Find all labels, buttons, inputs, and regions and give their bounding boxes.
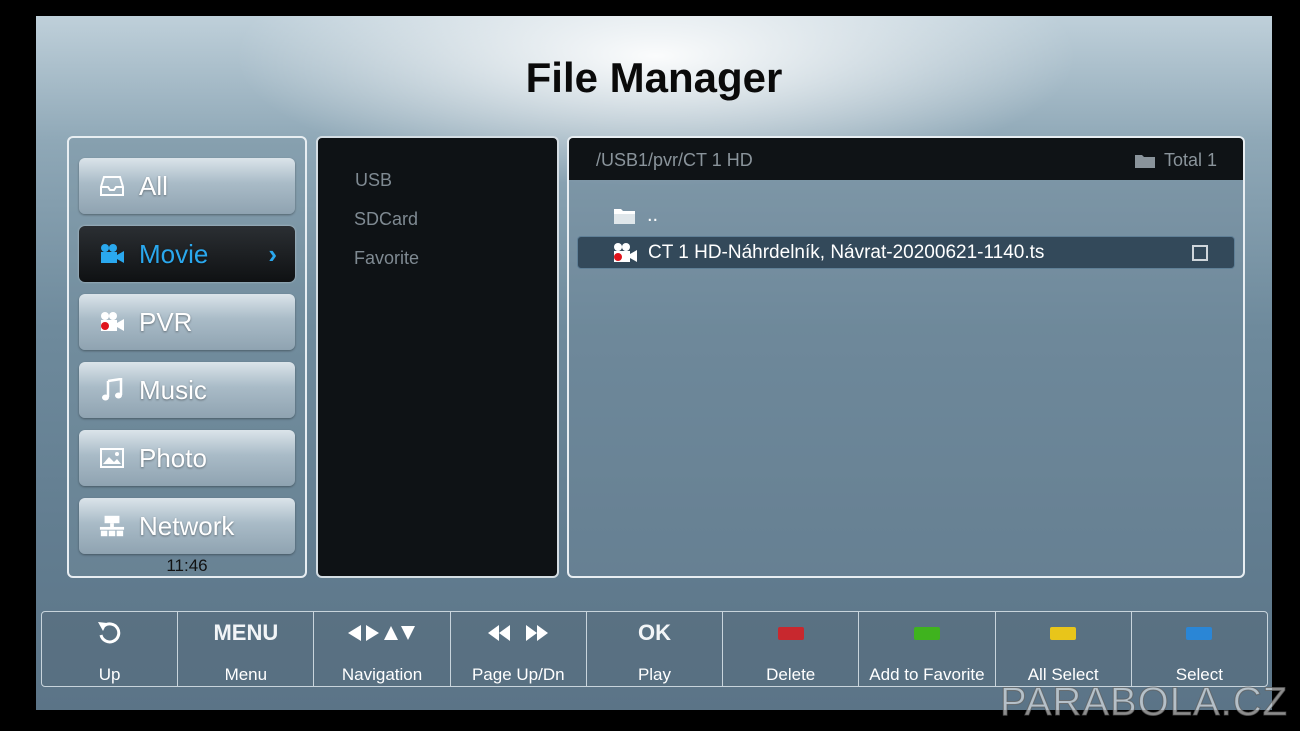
hint-label: Up <box>98 665 121 684</box>
category-movie[interactable]: Movie › <box>79 226 295 282</box>
file-row[interactable]: CT 1 HD-Náhrdelník, Návrat-20200621-1140… <box>577 236 1235 269</box>
pvr-record-icon <box>612 242 638 264</box>
page-title: File Manager <box>525 54 783 101</box>
hint-up[interactable]: Up <box>42 612 179 686</box>
pvr-record-icon <box>99 309 125 335</box>
file-browser-panel: /USB1/pvr/CT 1 HD Total 1 .. CT 1 HD-Náh… <box>567 136 1245 578</box>
yellow-key-icon <box>1050 626 1077 640</box>
hint-menu[interactable]: MENU Menu <box>178 612 315 686</box>
category-all[interactable]: All <box>79 158 295 214</box>
category-label: Movie <box>139 238 209 269</box>
parent-folder-row[interactable]: .. <box>613 204 658 227</box>
menu-key-label: MENU <box>213 620 279 645</box>
hint-play[interactable]: OK Play <box>587 612 724 686</box>
hint-label: Delete <box>766 665 816 684</box>
category-photo[interactable]: Photo <box>79 430 295 486</box>
music-note-icon <box>99 377 125 403</box>
current-path: /USB1/pvr/CT 1 HD <box>596 150 753 170</box>
photo-icon <box>99 445 125 471</box>
hint-navigation[interactable]: Navigation <box>314 612 451 686</box>
source-favorite[interactable]: Favorite <box>354 248 419 269</box>
red-key-icon <box>777 626 804 640</box>
select-checkbox[interactable] <box>1192 244 1208 261</box>
hint-label: Play <box>637 665 672 684</box>
category-panel: All Movie › PVR Music Photo Network 11:4… <box>67 136 307 578</box>
file-name: CT 1 HD-Náhrdelník, Návrat-20200621-1140… <box>648 241 1045 263</box>
hint-label: Page Up/Dn <box>471 665 565 684</box>
file-manager-screen: File Manager All Movie › PVR Music Photo… <box>36 16 1272 710</box>
green-key-icon <box>913 626 940 640</box>
folder-icon <box>614 208 635 224</box>
hint-page[interactable]: Page Up/Dn <box>451 612 587 686</box>
category-label: Music <box>139 374 207 405</box>
category-label: All <box>139 170 168 201</box>
category-music[interactable]: Music <box>79 362 295 418</box>
hint-all-select[interactable]: All Select <box>996 612 1132 686</box>
source-sdcard[interactable]: SDCard <box>354 209 418 230</box>
arrows-icon <box>314 612 449 654</box>
hint-label: Navigation <box>341 665 423 684</box>
key-hint-toolbar: Up MENU Menu Navigation Page Up/Dn OK Pl… <box>41 611 1268 687</box>
watermark: PARABOLA.CZ <box>999 680 1289 725</box>
category-pvr[interactable]: PVR <box>79 294 295 350</box>
hint-delete[interactable]: Delete <box>723 612 860 686</box>
source-panel: USB SDCard Favorite <box>316 136 559 578</box>
category-network[interactable]: Network <box>79 498 295 554</box>
ok-key-label: OK <box>637 620 671 645</box>
path-bar: /USB1/pvr/CT 1 HD Total 1 <box>569 138 1243 180</box>
category-label: Network <box>139 510 235 541</box>
hint-add-favorite[interactable]: Add to Favorite <box>859 612 996 686</box>
total-label: Total 1 <box>1163 150 1217 170</box>
parent-folder-label: .. <box>647 204 659 226</box>
clock: 11:46 <box>166 556 208 575</box>
hint-label: Menu <box>224 665 268 684</box>
category-label: PVR <box>139 306 193 337</box>
page-arrows-icon <box>451 612 586 654</box>
drive-icon <box>99 173 125 199</box>
blue-key-icon <box>1186 626 1213 640</box>
movie-camera-icon <box>99 241 125 267</box>
network-icon <box>99 513 125 539</box>
return-icon <box>42 612 177 654</box>
source-usb[interactable]: USB <box>355 170 392 191</box>
total-count: Total 1 <box>1134 150 1217 171</box>
folder-icon <box>1134 154 1155 168</box>
chevron-right-icon: › <box>268 238 277 269</box>
hint-select[interactable]: Select <box>1132 612 1267 686</box>
category-label: Photo <box>139 442 207 473</box>
hint-label: Add to Favorite <box>869 665 985 684</box>
